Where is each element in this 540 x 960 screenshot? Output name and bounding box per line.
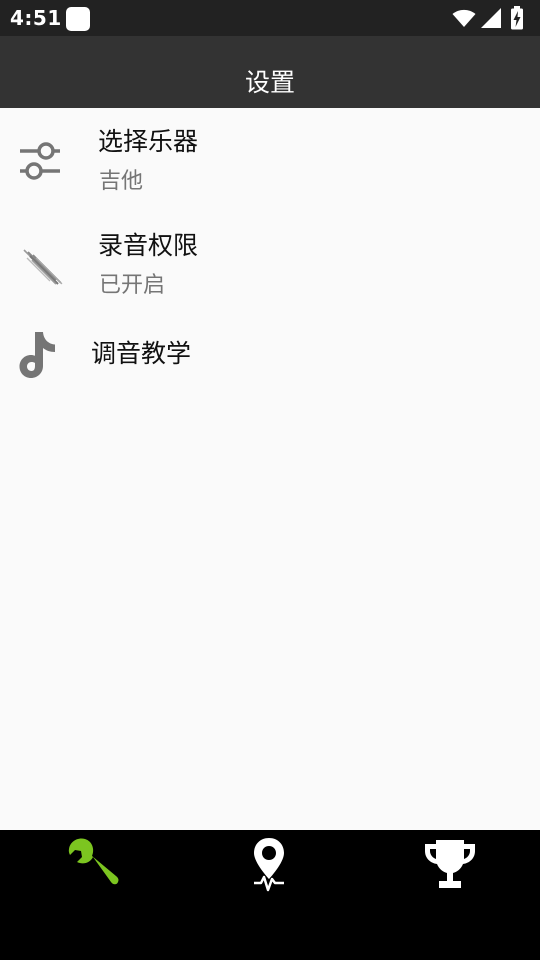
battery-charging-icon — [511, 6, 523, 30]
page-title: 设置 — [244, 68, 295, 97]
location-pulse-icon — [254, 838, 284, 892]
settings-list: 选择乐器 吉他 录音权限 已开启 调音教学 — [0, 108, 540, 830]
setting-subtitle: 已开启 — [99, 273, 166, 298]
setting-recording-permission[interactable]: 录音权限 已开启 — [0, 212, 540, 318]
setting-tuning-tutorial[interactable]: 调音教学 — [0, 318, 540, 402]
music-note-icon — [19, 332, 55, 378]
status-time: 4:51 — [10, 6, 62, 30]
trophy-icon — [425, 840, 475, 888]
status-bar: 4:51 — [0, 0, 540, 36]
status-icons — [452, 6, 532, 30]
setting-select-instrument[interactable]: 选择乐器 吉他 — [0, 108, 540, 212]
wrench-icon — [68, 838, 119, 885]
bottom-nav — [0, 830, 540, 960]
recording-streaks-icon — [23, 249, 63, 285]
nav-tab-location[interactable] — [180, 830, 360, 902]
setting-title: 选择乐器 — [98, 127, 199, 156]
setting-title: 录音权限 — [98, 231, 199, 260]
sliders-icon — [20, 142, 60, 180]
nav-tab-settings[interactable] — [0, 830, 180, 902]
signal-icon — [481, 8, 501, 28]
wifi-icon — [452, 9, 476, 27]
setting-title: 调音教学 — [91, 339, 192, 368]
nav-tab-trophy[interactable] — [360, 830, 540, 902]
app-bar: 设置 — [0, 36, 540, 108]
setting-subtitle: 吉他 — [99, 169, 144, 194]
notification-icon — [66, 7, 90, 31]
